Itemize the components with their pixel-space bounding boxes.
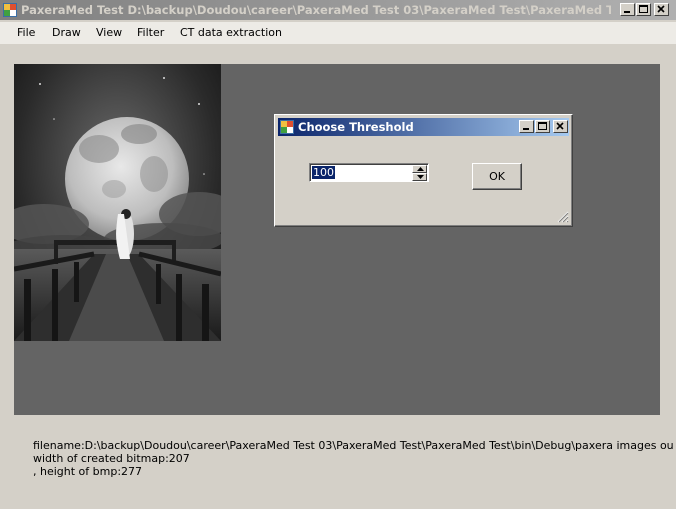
app-icon: [3, 3, 17, 17]
menu-draw[interactable]: Draw: [52, 26, 81, 39]
status-filename: filename:D:\backup\Doudou\career\PaxeraM…: [33, 440, 673, 452]
dialog-minimize-button[interactable]: [519, 120, 534, 133]
threshold-value[interactable]: 100: [312, 166, 335, 179]
maximize-icon: [639, 5, 648, 13]
ok-button[interactable]: OK: [472, 163, 522, 190]
menu-filter[interactable]: Filter: [137, 26, 164, 39]
spin-up-icon: [417, 167, 424, 171]
moon-image: [14, 64, 221, 341]
status-width: width of created bitmap:207: [33, 453, 190, 465]
close-icon: [556, 122, 564, 130]
status-height: , height of bmp:277: [33, 466, 143, 478]
dialog-titlebar[interactable]: Choose Threshold: [278, 118, 569, 136]
app-icon: [280, 120, 294, 134]
close-icon: [657, 5, 665, 13]
maximize-icon: [538, 122, 547, 130]
dialog-maximize-button[interactable]: [535, 120, 550, 133]
spin-down-button[interactable]: [412, 173, 427, 181]
maximize-button[interactable]: [636, 3, 651, 16]
menu-file[interactable]: File: [17, 26, 35, 39]
minimize-button[interactable]: [620, 3, 635, 16]
menu-bar: File Draw View Filter CT data extraction: [0, 22, 676, 44]
window-title: PaxeraMed Test D:\backup\Doudou\career\P…: [21, 3, 611, 17]
choose-threshold-dialog: Choose Threshold 100 OK: [274, 114, 573, 227]
spin-down-icon: [417, 175, 424, 179]
menu-view[interactable]: View: [96, 26, 122, 39]
dialog-close-button[interactable]: [553, 120, 568, 133]
spin-up-button[interactable]: [412, 165, 427, 173]
threshold-spinner[interactable]: 100: [309, 163, 429, 182]
close-button[interactable]: [654, 3, 669, 16]
minimize-icon: [624, 11, 630, 13]
menu-ct-data-extraction[interactable]: CT data extraction: [180, 26, 282, 39]
main-window-titlebar[interactable]: PaxeraMed Test D:\backup\Doudou\career\P…: [0, 0, 676, 20]
dialog-title: Choose Threshold: [298, 120, 414, 134]
minimize-icon: [523, 128, 529, 130]
resize-grip-icon[interactable]: [557, 211, 569, 223]
